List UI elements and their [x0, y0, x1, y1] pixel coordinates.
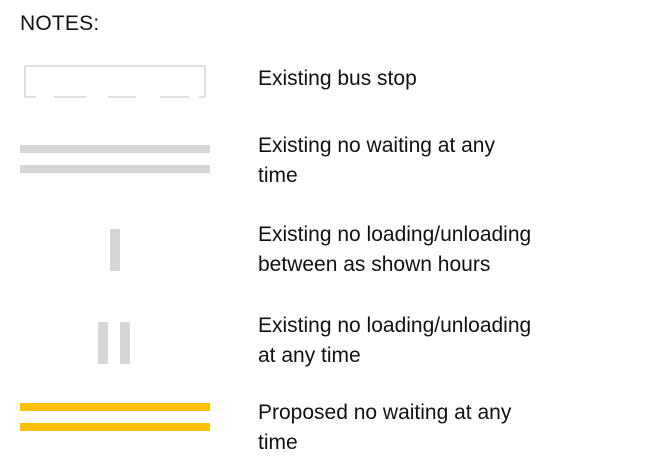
double-kerb-mark-symbol [98, 322, 134, 364]
single-kerb-mark-symbol [110, 229, 122, 271]
legend-label-text: Existing bus stop [258, 67, 417, 90]
legend-label-bus-stop: Existing bus stop [258, 64, 638, 94]
legend-label-no-waiting-existing: Existing no waiting at any time [258, 131, 638, 191]
kerb-mark-grey [110, 229, 120, 271]
bus-stop-box-icon [24, 65, 206, 98]
kerb-mark-grey-left [98, 322, 108, 364]
no-waiting-proposed-symbol [20, 403, 210, 433]
kerb-mark-grey-right [120, 322, 130, 364]
legend-title: NOTES: [20, 12, 100, 35]
legend-label-no-loading-hours: Existing no loading/unloading between as… [258, 220, 638, 280]
double-line-yellow-bottom [20, 423, 210, 431]
double-line-yellow-top [20, 403, 210, 411]
legend-label-no-loading-any-time: Existing no loading/unloading at any tim… [258, 311, 638, 371]
no-waiting-existing-symbol [20, 145, 210, 175]
legend-label-no-waiting-proposed: Proposed no waiting at any time [258, 398, 638, 458]
legend-label-text: Existing no loading/unloading at any tim… [258, 314, 532, 367]
legend-label-text: Existing no waiting at any time [258, 134, 495, 187]
legend-label-text: Proposed no waiting at any time [258, 401, 512, 454]
double-line-grey-top [20, 145, 210, 153]
bus-stop-symbol [24, 65, 206, 99]
legend-label-text: Existing no loading/unloading between as… [258, 223, 532, 276]
double-line-grey-bottom [20, 165, 210, 173]
